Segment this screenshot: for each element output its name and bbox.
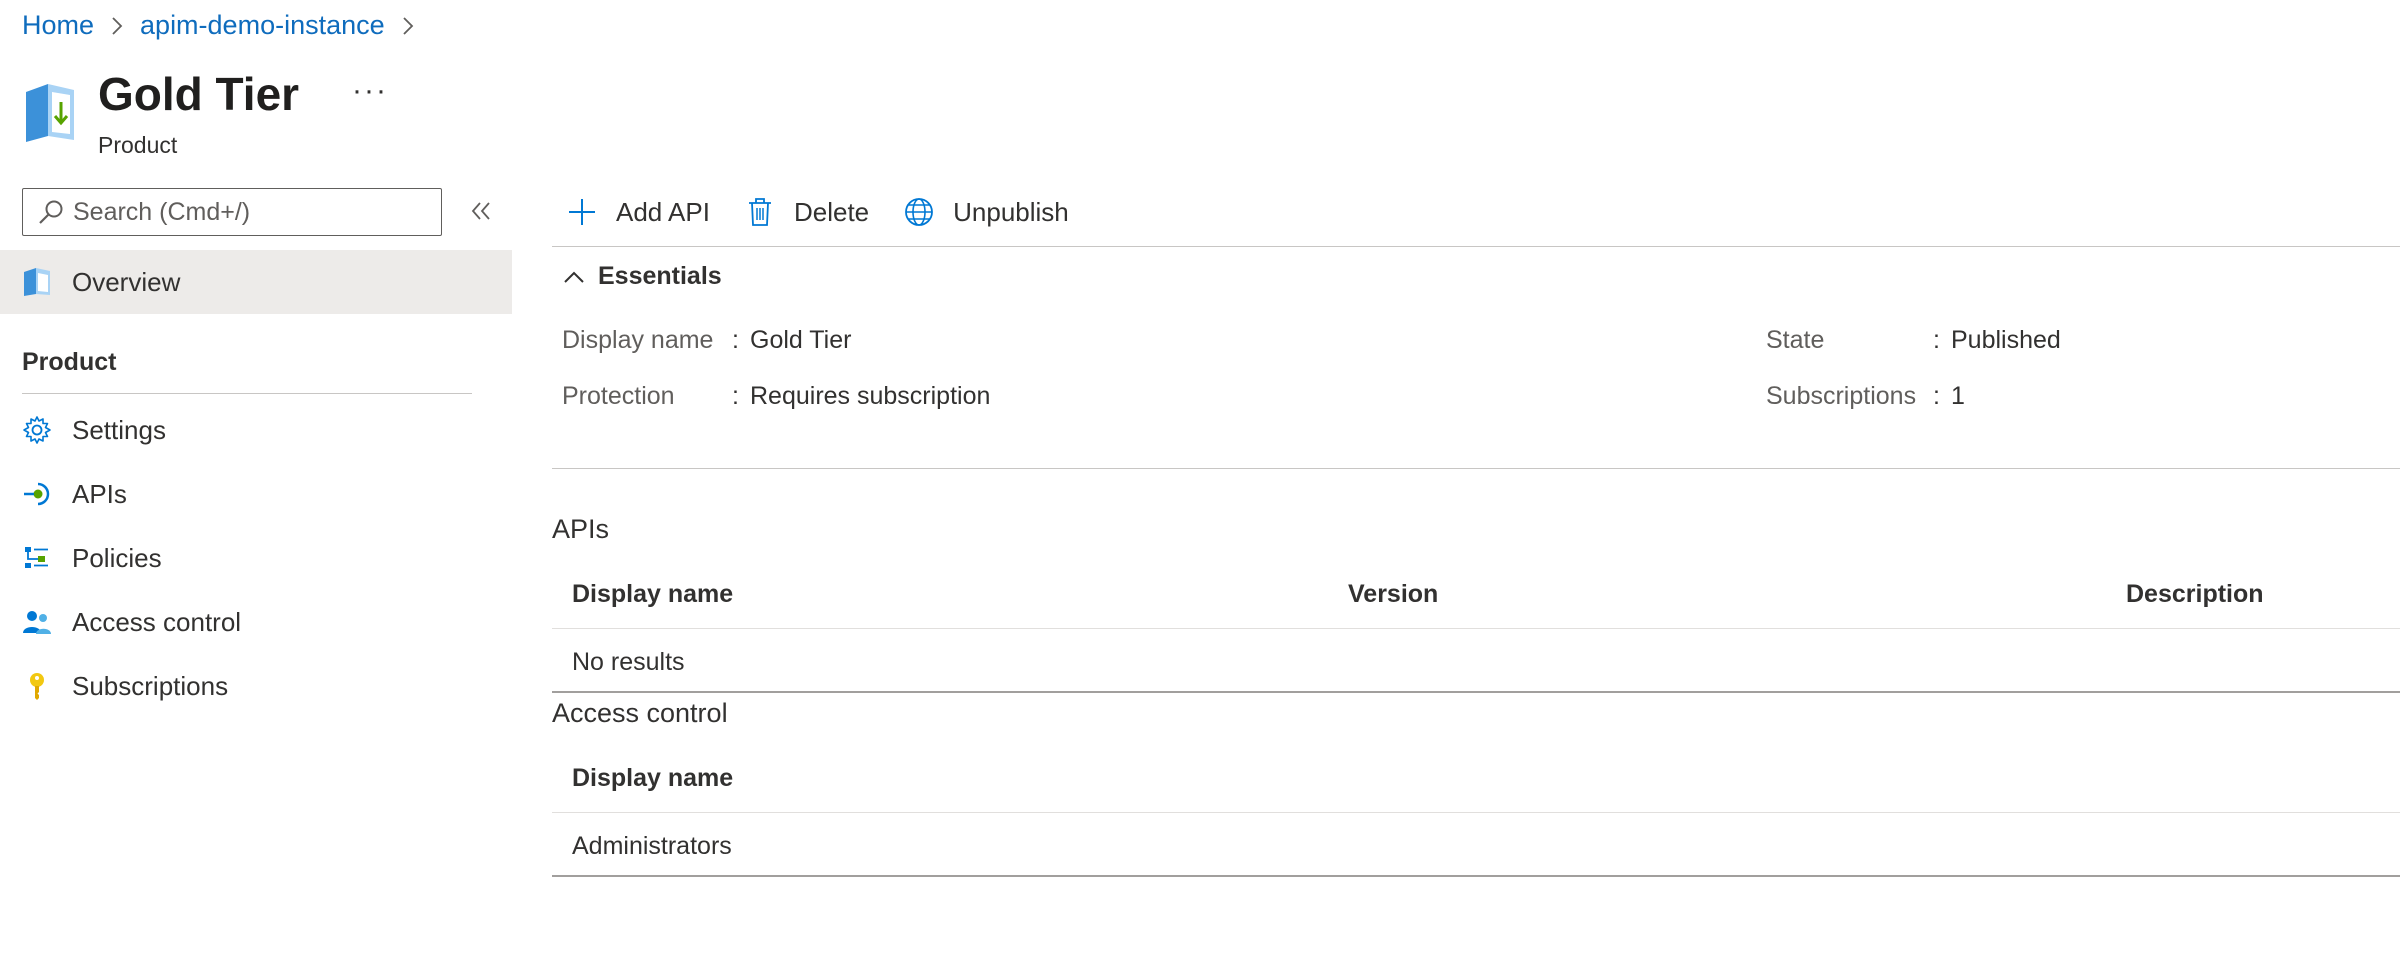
property-label: State bbox=[1766, 326, 1825, 354]
essentials-title: Essentials bbox=[598, 262, 722, 290]
product-icon bbox=[26, 84, 74, 142]
table-row[interactable]: Administrators bbox=[572, 832, 732, 861]
page-title: Gold Tier bbox=[98, 68, 300, 120]
column-header-display-name: Display name bbox=[572, 764, 734, 792]
sidebar-item-subscriptions[interactable]: Subscriptions bbox=[22, 661, 482, 711]
sidebar-item-apis[interactable]: APIs bbox=[22, 469, 482, 519]
collapse-sidebar-icon[interactable] bbox=[466, 196, 496, 226]
chevron-right-icon bbox=[110, 16, 124, 36]
empty-results-text: No results bbox=[572, 648, 685, 676]
more-options-button[interactable]: ··· bbox=[352, 74, 388, 108]
sidebar-item-label: Settings bbox=[72, 414, 166, 445]
api-icon bbox=[24, 482, 50, 506]
delete-button[interactable]: Delete bbox=[744, 196, 869, 228]
sidebar-item-label: Policies bbox=[72, 542, 162, 573]
trash-icon bbox=[748, 198, 771, 226]
column-header-version: Version bbox=[1348, 580, 1439, 608]
add-api-button[interactable]: Add API bbox=[566, 196, 710, 228]
chevron-right-icon bbox=[401, 16, 415, 36]
unpublish-button[interactable]: Unpublish bbox=[903, 196, 1069, 228]
sidebar-item-overview[interactable]: Overview bbox=[0, 250, 512, 314]
essentials-toggle[interactable]: Essentials bbox=[562, 262, 722, 291]
search-box[interactable] bbox=[22, 188, 442, 236]
property-separator: : bbox=[1933, 326, 1940, 354]
command-bar: Add API Delete Unpublish bbox=[566, 188, 1103, 236]
essentials-divider bbox=[552, 468, 2400, 469]
property-value: Published bbox=[1951, 326, 2061, 354]
property-separator: : bbox=[1933, 382, 1940, 410]
column-header-description: Description bbox=[2126, 580, 2264, 608]
breadcrumb-home-link[interactable]: Home bbox=[22, 10, 94, 41]
sidebar-group-heading: Product bbox=[22, 348, 117, 376]
product-icon bbox=[24, 268, 50, 296]
property-separator: : bbox=[732, 326, 739, 354]
table-header-divider bbox=[552, 628, 2400, 629]
property-separator: : bbox=[732, 382, 739, 410]
property-subscriptions: Subscriptions : 1 bbox=[1766, 382, 1965, 411]
sidebar-item-access-control[interactable]: Access control bbox=[22, 597, 482, 647]
search-input[interactable] bbox=[73, 197, 433, 227]
property-state: State : Published bbox=[1766, 326, 2061, 355]
chevron-up-icon bbox=[564, 271, 584, 283]
gear-icon bbox=[23, 416, 51, 444]
access-control-section-title: Access control bbox=[552, 698, 728, 728]
table-header-divider bbox=[552, 812, 2400, 813]
delete-label: Delete bbox=[793, 196, 870, 227]
add-api-label: Add API bbox=[616, 196, 710, 227]
unpublish-label: Unpublish bbox=[953, 196, 1069, 227]
property-value: Requires subscription bbox=[750, 382, 991, 410]
property-label: Display name bbox=[562, 326, 714, 354]
sidebar-item-policies[interactable]: Policies bbox=[22, 533, 482, 583]
people-icon bbox=[23, 611, 51, 634]
sidebar-item-settings[interactable]: Settings bbox=[22, 405, 482, 455]
page-subtitle: Product bbox=[98, 132, 178, 158]
table-bottom-border bbox=[552, 691, 2400, 693]
apis-section-title: APIs bbox=[552, 514, 610, 544]
subscriptions-count-link[interactable]: 1 bbox=[1951, 382, 1965, 411]
plus-icon bbox=[569, 199, 595, 225]
sidebar-item-label: APIs bbox=[72, 478, 127, 509]
property-protection: Protection : Requires subscription bbox=[562, 382, 990, 411]
property-value: Gold Tier bbox=[750, 326, 852, 354]
policies-icon bbox=[25, 547, 48, 568]
sidebar-item-label: Subscriptions bbox=[72, 670, 229, 701]
property-label: Subscriptions bbox=[1766, 382, 1917, 410]
sidebar-divider bbox=[22, 393, 472, 394]
sidebar-item-label: Overview bbox=[72, 266, 181, 297]
page-header: Gold Tier Product ··· bbox=[22, 66, 386, 159]
property-display-name: Display name : Gold Tier bbox=[562, 326, 851, 355]
breadcrumb-instance-link[interactable]: apim-demo-instance bbox=[140, 10, 385, 41]
key-icon bbox=[30, 673, 44, 700]
sidebar-item-label: Access control bbox=[72, 606, 242, 637]
table-bottom-border bbox=[552, 875, 2400, 877]
toolbar-divider bbox=[552, 246, 2400, 247]
property-label: Protection bbox=[562, 382, 675, 410]
search-icon bbox=[39, 200, 63, 224]
globe-icon bbox=[905, 198, 934, 226]
breadcrumb: Home apim-demo-instance bbox=[22, 10, 431, 41]
column-header-display-name: Display name bbox=[572, 580, 734, 608]
